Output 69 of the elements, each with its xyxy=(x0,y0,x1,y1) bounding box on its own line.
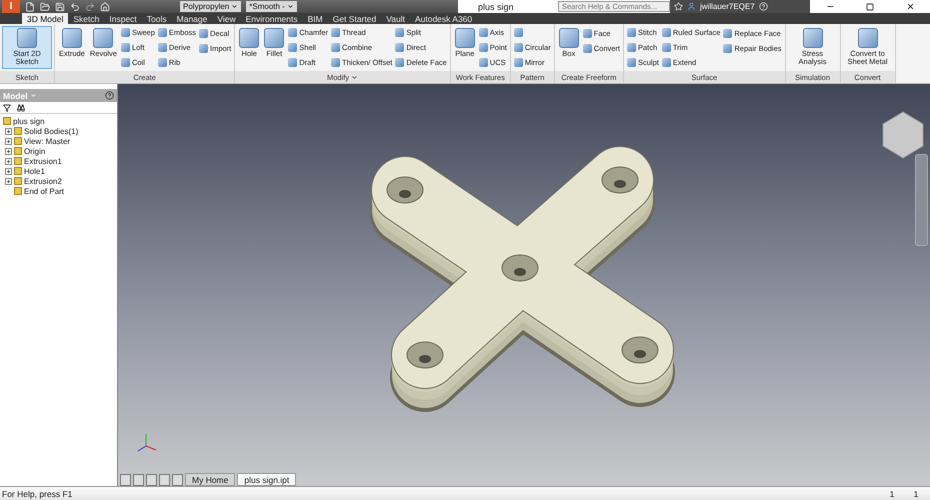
browser-title: Model xyxy=(3,90,28,100)
tool-icon xyxy=(264,28,284,48)
tool-icon xyxy=(558,28,579,48)
status-value: 1 xyxy=(888,488,896,498)
caret-icon xyxy=(30,92,37,99)
window-title: plus sign xyxy=(478,2,515,12)
view-cube-icon[interactable] xyxy=(882,111,924,159)
expand-icon[interactable] xyxy=(6,158,11,164)
help-icon[interactable] xyxy=(105,91,114,100)
save-icon[interactable] xyxy=(55,2,65,12)
ribbon-tab[interactable]: Environments xyxy=(240,13,303,24)
maximize-icon xyxy=(866,2,874,10)
axis-triad-icon xyxy=(138,434,156,452)
ribbon-tab[interactable]: Manage xyxy=(172,13,212,24)
tile-icon[interactable] xyxy=(133,474,144,486)
close-icon xyxy=(906,2,914,11)
expand-icon[interactable] xyxy=(6,148,11,154)
expand-icon[interactable] xyxy=(6,128,11,134)
ribbon-tab[interactable]: Inspect xyxy=(104,13,142,24)
star-icon[interactable] xyxy=(674,2,683,11)
undo-icon[interactable] xyxy=(70,2,80,12)
tool-icon xyxy=(454,28,475,48)
ribbon-tab[interactable]: BIM xyxy=(302,13,328,24)
caret-icon xyxy=(231,3,238,10)
caret-icon xyxy=(351,74,358,80)
app-logo[interactable]: I xyxy=(2,0,20,13)
tool-icon xyxy=(858,28,878,48)
tool-icon xyxy=(239,28,260,48)
tool-icon xyxy=(802,28,822,48)
tile-icon[interactable] xyxy=(120,474,131,486)
expand-icon[interactable] xyxy=(6,138,11,144)
tile-icon[interactable] xyxy=(172,474,183,486)
ribbon-tab[interactable]: View xyxy=(212,13,241,24)
material-dropdown[interactable]: Polypropylen xyxy=(180,1,242,12)
tree-item[interactable]: plus sign xyxy=(3,116,114,126)
document-tab[interactable]: My Home xyxy=(185,473,236,486)
tree-item[interactable]: View: Master xyxy=(3,136,114,146)
ribbon-tab[interactable]: Sketch xyxy=(68,13,104,24)
ribbon-tab[interactable]: 3D Model xyxy=(22,13,68,24)
tree-item[interactable]: Origin xyxy=(3,146,114,156)
filter-icon[interactable] xyxy=(3,104,11,112)
tree-item[interactable]: Hole1 xyxy=(3,166,114,176)
tree-item[interactable]: Extrusion1 xyxy=(3,156,114,166)
tree-item[interactable]: Extrusion2 xyxy=(3,176,114,186)
expand-icon[interactable] xyxy=(6,168,11,174)
tool-icon xyxy=(17,28,37,48)
ribbon-tab[interactable]: Vault xyxy=(381,13,410,24)
caret-icon xyxy=(286,3,294,10)
ribbon-tab[interactable]: Get Started xyxy=(328,13,382,24)
tile-icon[interactable] xyxy=(159,474,170,486)
home-icon[interactable] xyxy=(100,2,110,12)
appearance-dropdown[interactable]: *Smooth - xyxy=(246,1,297,12)
binoculars-icon[interactable] xyxy=(17,104,25,112)
redo-icon[interactable] xyxy=(85,2,95,12)
tree-item[interactable]: End of Part xyxy=(3,186,114,196)
tool-icon xyxy=(93,28,114,48)
ribbon-tab[interactable]: Tools xyxy=(142,13,172,24)
status-value: 1 xyxy=(912,488,920,498)
tool-icon xyxy=(62,28,82,48)
tile-icon[interactable] xyxy=(146,474,157,486)
user-icon[interactable] xyxy=(687,2,696,11)
new-file-icon[interactable] xyxy=(25,2,35,12)
status-text: For Help, press F1 xyxy=(2,488,74,498)
tree-item[interactable]: Solid Bodies(1) xyxy=(3,126,114,136)
ribbon-tab[interactable]: Autodesk A360 xyxy=(410,13,478,24)
expand-icon[interactable] xyxy=(6,178,11,184)
document-tab[interactable]: plus sign.ipt xyxy=(237,473,296,486)
open-folder-icon[interactable] xyxy=(40,2,50,12)
part-icon xyxy=(3,117,11,125)
